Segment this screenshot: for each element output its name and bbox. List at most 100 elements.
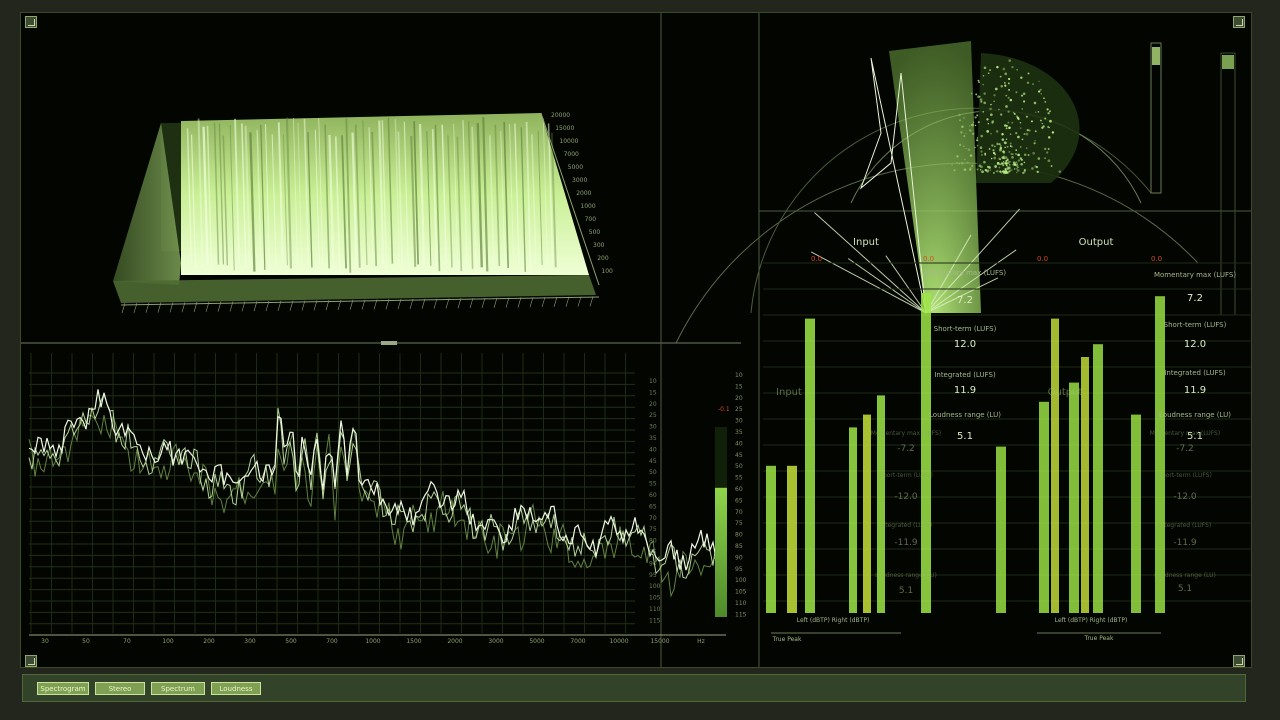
goniometer-dot — [1013, 168, 1016, 170]
ghost-input-range-value: 5.1 — [899, 586, 913, 596]
view-button-stereo[interactable]: Stereo — [95, 682, 145, 695]
goniometer-dot — [1041, 126, 1044, 129]
split-handle[interactable] — [381, 341, 397, 345]
goniometer-dot — [986, 165, 990, 169]
goniometer-dot — [1021, 108, 1023, 110]
spectrogram-floor-tick — [505, 297, 510, 308]
goniometer-dot — [1023, 169, 1026, 172]
spectrum-meter-tick: 55 — [735, 475, 743, 482]
spectrum-frequency-tick: 100 — [162, 638, 174, 645]
goniometer-dot — [1003, 157, 1006, 160]
goniometer-dot — [1010, 146, 1013, 148]
view-button-loudness[interactable]: Loudness — [211, 682, 261, 695]
spectrum-frequency-tick: 50 — [82, 638, 90, 645]
goniometer-dot — [986, 129, 990, 133]
spectrum-level-tick: 50 — [649, 469, 657, 476]
goniometer-dot — [1011, 65, 1014, 69]
spectrogram-floor-tick — [517, 297, 522, 308]
goniometer-dot — [987, 72, 990, 75]
goniometer-dot — [981, 170, 984, 174]
goniometer-dot — [994, 152, 996, 155]
goniometer-dot — [1008, 77, 1011, 81]
input-true-peak-label: True Peak — [772, 636, 802, 643]
spectrum-meter-tick: 85 — [735, 543, 743, 550]
output-shortterm-label: Short-term (LUFS) — [1164, 321, 1227, 329]
view-button-spectrum[interactable]: Spectrum — [151, 682, 205, 695]
goniometer-dot — [1038, 80, 1040, 82]
goniometer-dot — [977, 79, 980, 82]
spectrum-level-tick: 75 — [649, 526, 657, 533]
goniometer-dot — [1044, 117, 1047, 120]
stereo-goniometer — [675, 41, 1236, 344]
goniometer-dot — [1047, 148, 1050, 150]
goniometer-dot — [1022, 92, 1026, 96]
output-peak-right: 0.0 — [1151, 255, 1162, 263]
goniometer-dot — [996, 170, 999, 173]
goniometer-dot — [1011, 121, 1014, 124]
spectrogram-frequency-label: 10000 — [559, 138, 578, 145]
goniometer-dot — [976, 168, 979, 171]
goniometer-dot — [979, 146, 983, 149]
output-loudness-bar — [1069, 382, 1079, 613]
input-loudness-bar — [805, 318, 815, 613]
corner-handle-bottom-left[interactable] — [25, 655, 37, 667]
goniometer-dot — [998, 166, 1001, 169]
spectrogram-frequency-label: 15000 — [555, 125, 574, 132]
output-loudness-bar — [1039, 401, 1049, 613]
view-button-spectrogram[interactable]: Spectrogram — [37, 682, 89, 695]
goniometer-dot — [1026, 81, 1030, 85]
goniometer-dot — [993, 145, 996, 148]
spectrogram-floor-tick — [577, 296, 582, 307]
goniometer-dot — [1044, 157, 1046, 159]
goniometer-dot — [1047, 112, 1050, 115]
goniometer-dot — [993, 156, 997, 160]
analyzer-canvas: 20000 15000 10000 7000 5000 3000 2000 1000 700 50… — [21, 13, 1251, 667]
input-momentary-label: Momentary max (LUFS) — [924, 269, 1006, 277]
ghost-output-range-label: Loudness range (LU) — [1154, 572, 1216, 579]
goniometer-dot — [1006, 164, 1008, 167]
goniometer-dot — [1001, 138, 1005, 141]
output-shortterm-value: 12.0 — [1184, 339, 1206, 350]
goniometer-dot — [976, 139, 979, 142]
goniometer-dot — [983, 101, 987, 105]
spectrum-level-tick: 25 — [649, 412, 657, 419]
goniometer-dot — [1040, 92, 1042, 95]
goniometer-dot — [992, 171, 995, 174]
goniometer-dot — [1006, 166, 1009, 169]
output-loudness-bar — [1051, 318, 1059, 613]
monitor-frame: 20000 15000 10000 7000 5000 3000 2000 1000 700 50… — [0, 0, 1280, 720]
goniometer-dot — [990, 103, 992, 106]
corner-handle-bottom-right[interactable] — [1233, 655, 1245, 667]
spectrum-frequency-tick: Hz — [697, 638, 705, 645]
corner-handle-top-right[interactable] — [1233, 16, 1245, 28]
spectrum-meter-tick: 35 — [735, 429, 743, 436]
goniometer-dot — [989, 69, 991, 71]
goniometer-dot — [1037, 111, 1040, 113]
corner-handle-top-left[interactable] — [25, 16, 37, 28]
ghost-input-shortterm-label: Short-term (LUFS) — [879, 472, 933, 479]
input-loudness-bar — [877, 395, 885, 613]
spectrum-level-tick: 100 — [649, 583, 661, 590]
goniometer-dot — [1005, 127, 1008, 130]
goniometer-dot — [1034, 165, 1037, 168]
goniometer-dot — [1007, 110, 1010, 113]
goniometer-dot — [1000, 85, 1003, 88]
spectrum-frequency-tick: 7000 — [570, 638, 585, 645]
ghost-input-integrated-label: Integrated (LUFS) — [880, 522, 933, 529]
goniometer-dot — [1034, 139, 1036, 142]
goniometer-dot — [993, 100, 995, 103]
goniometer-dot — [1019, 121, 1022, 124]
spectrogram-floor-tick — [553, 296, 558, 307]
input-integrated-label: Integrated (LUFS) — [934, 371, 996, 379]
output-range-label: Loudness range (LU) — [1159, 411, 1231, 419]
goniometer-dot — [977, 121, 980, 124]
spectrogram-frequency-label: 5000 — [568, 164, 583, 171]
goniometer-dot — [1008, 169, 1012, 172]
output-integrated-label: Integrated (LUFS) — [1164, 369, 1226, 377]
output-loudness-bar — [1155, 296, 1165, 613]
goniometer-dot — [1026, 128, 1029, 132]
goniometer-dot — [1013, 161, 1016, 165]
goniometer-dot — [1011, 169, 1013, 171]
spectrum-frequency-tick: 5000 — [529, 638, 544, 645]
goniometer-dot — [1021, 138, 1024, 141]
